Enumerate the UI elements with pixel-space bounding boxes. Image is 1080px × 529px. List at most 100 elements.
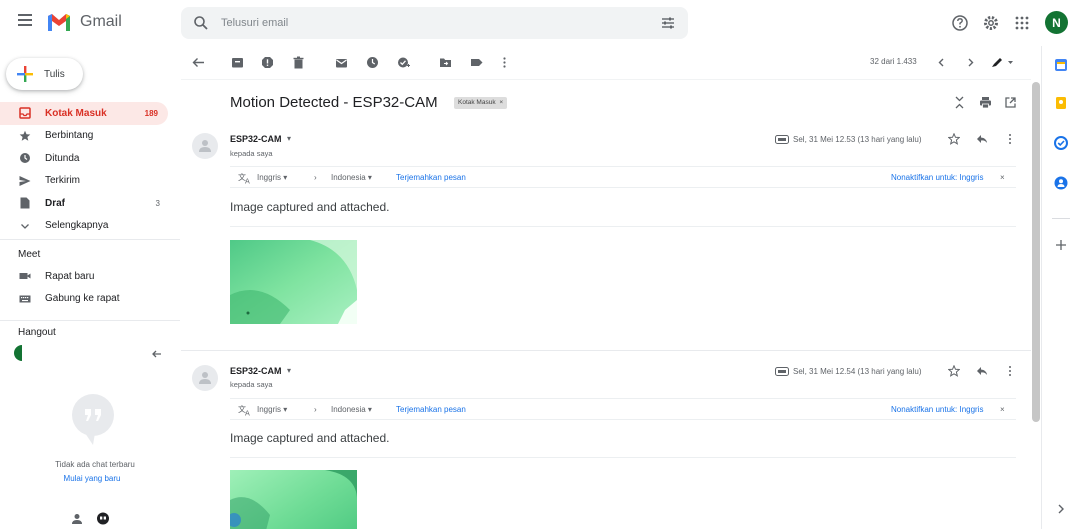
gear-icon[interactable] — [982, 14, 1000, 32]
source-language: Inggris — [257, 173, 282, 182]
search-icon[interactable] — [193, 15, 209, 31]
email-message: ESP32-CAM ▾ kepada saya Sel, 31 Mei 12.5… — [181, 362, 1031, 529]
recipient-text[interactable]: kepada saya — [230, 149, 273, 158]
inbox-label-chip[interactable]: Kotak Masuk × — [454, 97, 508, 109]
add-addon-icon[interactable] — [1054, 238, 1068, 252]
target-language-dropdown[interactable]: Indonesia ▾ — [331, 405, 372, 414]
reply-icon[interactable] — [976, 365, 988, 377]
sidebar-item-starred[interactable]: Berbintang — [0, 125, 170, 148]
help-icon[interactable] — [951, 14, 969, 32]
open-new-window-icon[interactable] — [1004, 96, 1017, 109]
apps-grid-icon[interactable] — [1013, 14, 1031, 32]
tasks-icon[interactable] — [1054, 136, 1068, 150]
turn-off-translation-link[interactable]: Nonaktifkan untuk: Inggris — [891, 173, 984, 182]
scrollbar-thumb[interactable] — [1032, 82, 1040, 422]
reply-icon[interactable] — [976, 133, 988, 145]
keep-icon[interactable] — [1054, 96, 1068, 110]
translate-message-link[interactable]: Terjemahkan pesan — [396, 405, 466, 414]
star-outline-icon[interactable] — [948, 365, 960, 377]
compose-button[interactable]: Tulis — [6, 58, 83, 90]
email-subject: Motion Detected - ESP32-CAM — [230, 94, 438, 111]
archive-icon[interactable] — [231, 56, 244, 69]
meet-item-label: Rapat baru — [45, 270, 95, 282]
calendar-icon[interactable] — [1054, 58, 1068, 72]
close-icon[interactable]: × — [1000, 405, 1005, 414]
search-options-icon[interactable] — [660, 15, 676, 31]
person-placeholder-icon — [199, 140, 211, 152]
show-side-panel-icon[interactable] — [1054, 502, 1068, 516]
start-new-chat-link[interactable]: Mulai yang baru — [0, 474, 184, 483]
sidebar-item-inbox[interactable]: Kotak Masuk 189 — [0, 102, 168, 125]
more-vertical-icon[interactable] — [1004, 133, 1016, 145]
draft-icon — [20, 197, 30, 209]
collapse-all-icon[interactable] — [953, 96, 966, 109]
sender-name[interactable]: ESP32-CAM — [230, 366, 282, 376]
account-avatar[interactable]: N — [1045, 11, 1068, 34]
remove-label-icon[interactable]: × — [499, 99, 503, 106]
chevron-right-icon[interactable] — [965, 57, 976, 68]
trash-icon[interactable] — [292, 56, 305, 69]
hangout-user-avatar[interactable] — [14, 345, 22, 361]
add-to-tasks-icon[interactable] — [397, 56, 410, 69]
more-vertical-icon[interactable] — [498, 56, 511, 69]
recipient-text[interactable]: kepada saya — [230, 380, 273, 389]
sender-details-arrow[interactable]: ▾ — [287, 134, 291, 143]
sender-details-arrow[interactable]: ▾ — [287, 366, 291, 375]
search-input[interactable] — [221, 14, 621, 32]
sender-avatar — [192, 365, 218, 391]
move-to-folder-icon[interactable] — [439, 56, 452, 69]
sidebar-item-drafts[interactable]: Draf 3 — [0, 192, 170, 215]
translate-message-link[interactable]: Terjemahkan pesan — [396, 173, 466, 182]
snooze-clock-icon[interactable] — [366, 56, 379, 69]
print-icon[interactable] — [979, 96, 992, 109]
gmail-logo[interactable]: Gmail — [46, 12, 122, 32]
target-language-dropdown[interactable]: Indonesia ▾ — [331, 173, 372, 182]
source-language-dropdown[interactable]: Inggris ▾ — [257, 173, 287, 182]
pagination-text: 32 dari 1.433 — [870, 57, 917, 66]
sidebar-item-sent[interactable]: Terkirim — [0, 170, 170, 193]
sender-name[interactable]: ESP32-CAM — [230, 134, 282, 144]
meet-item-label: Gabung ke rapat — [45, 293, 120, 305]
meet-nav: Rapat baru Gabung ke rapat — [0, 265, 170, 310]
input-tools-icon[interactable] — [991, 56, 1015, 69]
source-language-dropdown[interactable]: Inggris ▾ — [257, 405, 287, 414]
arrow-left-icon[interactable] — [152, 349, 162, 359]
sidebar-item-label: Ditunda — [45, 152, 80, 164]
image-attachment[interactable] — [230, 240, 357, 324]
sidebar-item-label: Berbintang — [45, 130, 94, 142]
sidebar-item-label: Terkirim — [45, 175, 80, 187]
image-attachment[interactable] — [230, 470, 357, 529]
chevron-left-icon[interactable] — [936, 57, 947, 68]
sidebar-item-more[interactable]: Selengkapnya — [0, 215, 170, 238]
sidebar-item-snoozed[interactable]: Ditunda — [0, 147, 170, 170]
close-icon[interactable]: × — [1000, 173, 1005, 182]
person-icon[interactable] — [70, 512, 84, 526]
label-tag-icon[interactable] — [470, 56, 483, 69]
search-bar[interactable] — [181, 7, 688, 39]
contacts-icon[interactable] — [1054, 176, 1068, 190]
star-outline-icon[interactable] — [948, 133, 960, 145]
item-count: 3 — [155, 198, 160, 208]
report-spam-icon[interactable] — [261, 56, 274, 69]
meet-item-join-meeting[interactable]: Gabung ke rapat — [0, 288, 170, 311]
meet-item-new-meeting[interactable]: Rapat baru — [0, 265, 170, 288]
arrow-right-icon: › — [314, 173, 317, 182]
inbox-icon — [19, 107, 31, 119]
turn-off-translation-link[interactable]: Nonaktifkan untuk: Inggris — [891, 405, 984, 414]
hangouts-icon[interactable] — [96, 512, 110, 526]
back-arrow-icon[interactable] — [192, 56, 205, 69]
hangout-section-title: Hangout — [18, 327, 56, 338]
chevron-down-icon — [21, 223, 29, 229]
attachment-thumbnail — [230, 470, 357, 529]
no-chat-text: Tidak ada chat terbaru — [55, 460, 135, 469]
menu-icon[interactable] — [18, 14, 34, 28]
mark-unread-icon[interactable] — [335, 56, 348, 69]
sidebar-item-label: Selengkapnya — [45, 220, 109, 232]
body-divider — [230, 457, 1016, 458]
message-date: Sel, 31 Mei 12.53 (13 hari yang lalu) — [793, 135, 922, 144]
sidebar-divider — [0, 320, 180, 321]
top-bar: Gmail Telusuri email N — [0, 0, 1080, 46]
message-separator — [181, 350, 1031, 351]
clock-icon — [20, 153, 30, 163]
more-vertical-icon[interactable] — [1004, 365, 1016, 377]
